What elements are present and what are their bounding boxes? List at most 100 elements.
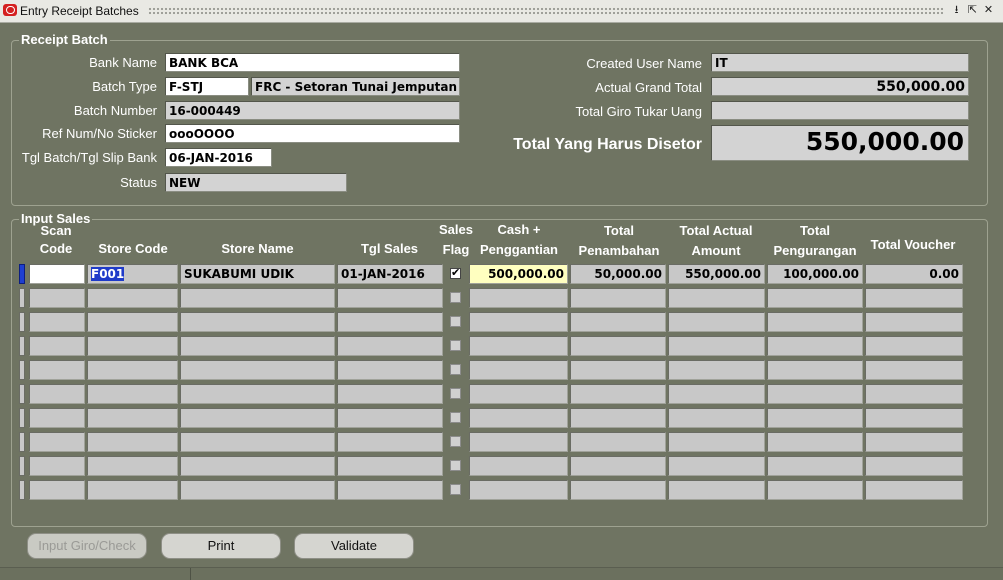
total-penambahan-cell[interactable]: 50,000.00 bbox=[570, 264, 666, 284]
store-code-cell[interactable] bbox=[87, 384, 178, 404]
cash-penggantian-cell[interactable] bbox=[469, 384, 568, 404]
row-indicator[interactable] bbox=[19, 312, 25, 332]
sales-flag-checkbox[interactable] bbox=[450, 484, 461, 495]
store-name-cell[interactable]: SUKABUMI UDIK bbox=[180, 264, 335, 284]
tgl-sales-cell[interactable] bbox=[337, 456, 443, 476]
total-actual-amount-cell[interactable] bbox=[668, 312, 765, 332]
tgl-sales-cell[interactable]: 01-JAN-2016 bbox=[337, 264, 443, 284]
store-code-cell[interactable] bbox=[87, 456, 178, 476]
total-pengurangan-cell[interactable] bbox=[767, 360, 863, 380]
store-name-cell[interactable] bbox=[180, 336, 335, 356]
sales-flag-checkbox[interactable] bbox=[450, 436, 461, 447]
scan-code-cell[interactable] bbox=[29, 264, 85, 284]
total-pengurangan-cell[interactable]: 100,000.00 bbox=[767, 264, 863, 284]
total-voucher-cell[interactable] bbox=[865, 480, 963, 500]
ref-num-field[interactable]: oooOOOO bbox=[165, 124, 460, 143]
scan-code-cell[interactable] bbox=[29, 432, 85, 452]
total-actual-amount-cell[interactable]: 550,000.00 bbox=[668, 264, 765, 284]
maximize-icon[interactable]: ⇱ bbox=[966, 3, 979, 17]
cash-penggantian-cell[interactable] bbox=[469, 480, 568, 500]
total-penambahan-cell[interactable] bbox=[570, 456, 666, 476]
scan-code-cell[interactable] bbox=[29, 360, 85, 380]
total-pengurangan-cell[interactable] bbox=[767, 432, 863, 452]
row-indicator[interactable] bbox=[19, 480, 25, 500]
store-name-cell[interactable] bbox=[180, 312, 335, 332]
total-actual-amount-cell[interactable] bbox=[668, 384, 765, 404]
print-button[interactable]: Print bbox=[161, 533, 281, 559]
store-code-cell[interactable]: F001 bbox=[87, 264, 178, 284]
total-pengurangan-cell[interactable] bbox=[767, 384, 863, 404]
store-code-cell[interactable] bbox=[87, 360, 178, 380]
sales-flag-checkbox[interactable]: ✔ bbox=[450, 266, 461, 279]
scan-code-cell[interactable] bbox=[29, 384, 85, 404]
close-icon[interactable]: ✕ bbox=[982, 3, 995, 17]
total-actual-amount-cell[interactable] bbox=[668, 336, 765, 356]
total-actual-amount-cell[interactable] bbox=[668, 360, 765, 380]
total-pengurangan-cell[interactable] bbox=[767, 288, 863, 308]
total-voucher-cell[interactable] bbox=[865, 336, 963, 356]
tgl-sales-cell[interactable] bbox=[337, 336, 443, 356]
store-name-cell[interactable] bbox=[180, 480, 335, 500]
sales-flag-checkbox[interactable] bbox=[450, 412, 461, 423]
total-penambahan-cell[interactable] bbox=[570, 288, 666, 308]
total-penambahan-cell[interactable] bbox=[570, 360, 666, 380]
store-code-cell[interactable] bbox=[87, 408, 178, 428]
row-indicator[interactable] bbox=[19, 384, 25, 404]
total-voucher-cell[interactable] bbox=[865, 456, 963, 476]
store-code-cell[interactable] bbox=[87, 288, 178, 308]
scan-code-cell[interactable] bbox=[29, 336, 85, 356]
row-indicator[interactable] bbox=[19, 432, 25, 452]
total-penambahan-cell[interactable] bbox=[570, 408, 666, 428]
total-actual-amount-cell[interactable] bbox=[668, 456, 765, 476]
cash-penggantian-cell[interactable]: 500,000.00 bbox=[469, 264, 568, 284]
store-code-cell[interactable] bbox=[87, 480, 178, 500]
store-name-cell[interactable] bbox=[180, 432, 335, 452]
row-indicator[interactable] bbox=[19, 360, 25, 380]
scan-code-cell[interactable] bbox=[29, 456, 85, 476]
tgl-sales-cell[interactable] bbox=[337, 432, 443, 452]
tgl-sales-cell[interactable] bbox=[337, 480, 443, 500]
input-giro-button[interactable]: Input Giro/Check bbox=[27, 533, 147, 559]
scan-code-cell[interactable] bbox=[29, 312, 85, 332]
scan-code-cell[interactable] bbox=[29, 408, 85, 428]
total-voucher-cell[interactable] bbox=[865, 312, 963, 332]
total-pengurangan-cell[interactable] bbox=[767, 456, 863, 476]
total-actual-amount-cell[interactable] bbox=[668, 432, 765, 452]
sales-flag-checkbox[interactable] bbox=[450, 292, 461, 303]
total-pengurangan-cell[interactable] bbox=[767, 312, 863, 332]
total-voucher-cell[interactable] bbox=[865, 288, 963, 308]
row-indicator-active[interactable] bbox=[19, 264, 25, 284]
total-actual-amount-cell[interactable] bbox=[668, 408, 765, 428]
tgl-batch-field[interactable]: 06-JAN-2016 bbox=[165, 148, 272, 167]
store-name-cell[interactable] bbox=[180, 360, 335, 380]
tgl-sales-cell[interactable] bbox=[337, 408, 443, 428]
sales-flag-checkbox[interactable] bbox=[450, 340, 461, 351]
bank-name-field[interactable]: BANK BCA bbox=[165, 53, 460, 72]
total-voucher-cell[interactable] bbox=[865, 360, 963, 380]
store-code-cell[interactable] bbox=[87, 336, 178, 356]
total-penambahan-cell[interactable] bbox=[570, 480, 666, 500]
title-drag-area[interactable] bbox=[148, 7, 943, 15]
total-actual-amount-cell[interactable] bbox=[668, 288, 765, 308]
row-indicator[interactable] bbox=[19, 408, 25, 428]
store-name-cell[interactable] bbox=[180, 288, 335, 308]
sales-flag-checkbox[interactable] bbox=[450, 460, 461, 471]
cash-penggantian-cell[interactable] bbox=[469, 432, 568, 452]
batch-type-code-field[interactable]: F-STJ bbox=[165, 77, 249, 96]
tgl-sales-cell[interactable] bbox=[337, 384, 443, 404]
total-penambahan-cell[interactable] bbox=[570, 312, 666, 332]
cash-penggantian-cell[interactable] bbox=[469, 456, 568, 476]
row-indicator[interactable] bbox=[19, 456, 25, 476]
store-name-cell[interactable] bbox=[180, 408, 335, 428]
store-name-cell[interactable] bbox=[180, 456, 335, 476]
total-voucher-cell[interactable] bbox=[865, 408, 963, 428]
store-name-cell[interactable] bbox=[180, 384, 335, 404]
store-code-cell[interactable] bbox=[87, 432, 178, 452]
cash-penggantian-cell[interactable] bbox=[469, 408, 568, 428]
sales-flag-checkbox[interactable] bbox=[450, 388, 461, 399]
cash-penggantian-cell[interactable] bbox=[469, 360, 568, 380]
minimize-icon[interactable]: ⭳ bbox=[950, 3, 963, 17]
total-penambahan-cell[interactable] bbox=[570, 384, 666, 404]
total-penambahan-cell[interactable] bbox=[570, 432, 666, 452]
total-pengurangan-cell[interactable] bbox=[767, 480, 863, 500]
